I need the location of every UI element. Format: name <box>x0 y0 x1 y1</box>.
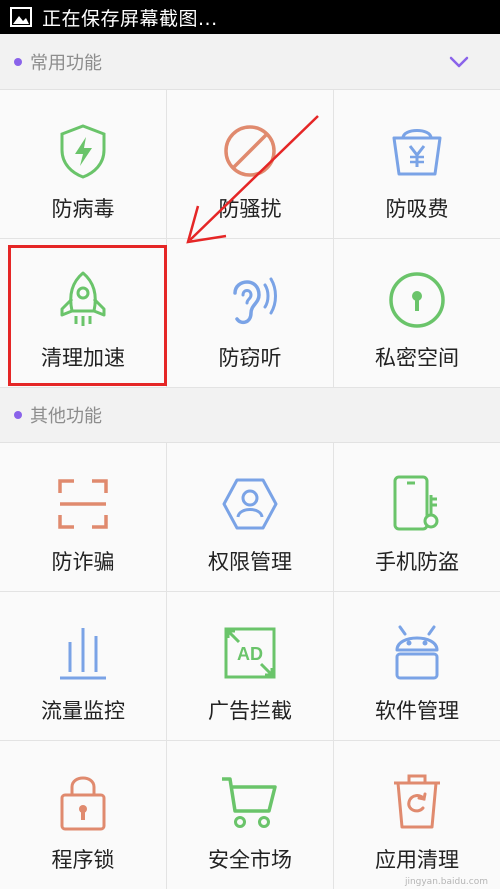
tile-label: 私密空间 <box>375 346 459 370</box>
shield-bolt-icon <box>60 124 106 179</box>
tile-label: 安全市场 <box>208 848 292 872</box>
lock-icon <box>60 776 106 831</box>
tile-label: 防诈骗 <box>51 550 115 574</box>
tile-cleanup-boost[interactable]: 清理加速 <box>0 239 167 388</box>
tile-permission-mgmt[interactable]: 权限管理 <box>167 443 334 592</box>
phone-key-icon <box>393 475 439 531</box>
tile-anti-harassment[interactable]: 防骚扰 <box>167 90 334 239</box>
tile-anti-charge[interactable]: 防吸费 <box>334 90 500 239</box>
tile-label: 清理加速 <box>41 346 125 370</box>
status-bar: 正在保存屏幕截图... <box>0 0 500 34</box>
tile-label: 防骚扰 <box>218 197 282 221</box>
section-header-other: 其他功能 <box>0 388 500 443</box>
ad-block-icon: AD <box>224 627 276 679</box>
tile-label: 权限管理 <box>208 550 292 574</box>
status-text: 正在保存屏幕截图... <box>42 7 218 30</box>
tile-private-space[interactable]: 私密空间 <box>334 239 500 388</box>
tile-label: 应用清理 <box>375 848 459 872</box>
section-title: 其他功能 <box>30 406 102 427</box>
bar-chart-icon <box>60 628 106 680</box>
svg-text:AD: AD <box>237 644 263 664</box>
tile-traffic-monitor[interactable]: 流量监控 <box>0 592 167 741</box>
tile-label: 防吸费 <box>385 197 449 221</box>
image-icon <box>10 7 32 27</box>
block-icon <box>224 125 276 177</box>
user-hexagon-icon <box>222 478 278 530</box>
yen-basket-icon <box>392 129 442 176</box>
ear-icon <box>233 277 277 325</box>
tile-label: 软件管理 <box>375 699 459 723</box>
tile-antivirus[interactable]: 防病毒 <box>0 90 167 239</box>
scan-frame-icon <box>58 479 108 529</box>
tile-anti-fraud[interactable]: 防诈骗 <box>0 443 167 592</box>
tile-label: 手机防盗 <box>375 550 459 574</box>
section-header-common: 常用功能 <box>0 34 500 90</box>
tile-label: 程序锁 <box>51 848 115 872</box>
tile-label: 广告拦截 <box>208 699 292 723</box>
tile-anti-eavesdrop[interactable]: 防窃听 <box>167 239 334 388</box>
tile-label: 防病毒 <box>51 197 115 221</box>
cart-icon <box>222 777 277 828</box>
tile-app-mgmt[interactable]: 软件管理 <box>334 592 500 741</box>
tile-app-cleanup[interactable]: 应用清理 <box>334 741 500 889</box>
tile-ad-block[interactable]: AD 广告拦截 <box>167 592 334 741</box>
trash-refresh-icon <box>394 774 440 829</box>
tile-safe-market[interactable]: 安全市场 <box>167 741 334 889</box>
android-icon <box>395 625 439 680</box>
tile-app-lock[interactable]: 程序锁 <box>0 741 167 889</box>
keyhole-icon <box>389 272 445 328</box>
watermark: jingyan.baidu.com <box>404 877 488 887</box>
section-dot <box>14 57 22 66</box>
tile-label: 流量监控 <box>41 699 125 723</box>
tile-label: 防窃听 <box>218 346 282 370</box>
rocket-icon <box>60 271 106 326</box>
chevron-down-icon[interactable] <box>448 55 470 69</box>
tile-anti-theft[interactable]: 手机防盗 <box>334 443 500 592</box>
other-grid: 防诈骗 权限管理 手机防盗 流量监控 AD 广告拦截 软件管理 程序锁 安全市场… <box>0 443 500 889</box>
section-dot <box>14 411 22 419</box>
section-title: 常用功能 <box>30 52 102 74</box>
common-grid: 防病毒 防骚扰 防吸费 清理加速 防窃听 私密空间 <box>0 90 500 388</box>
